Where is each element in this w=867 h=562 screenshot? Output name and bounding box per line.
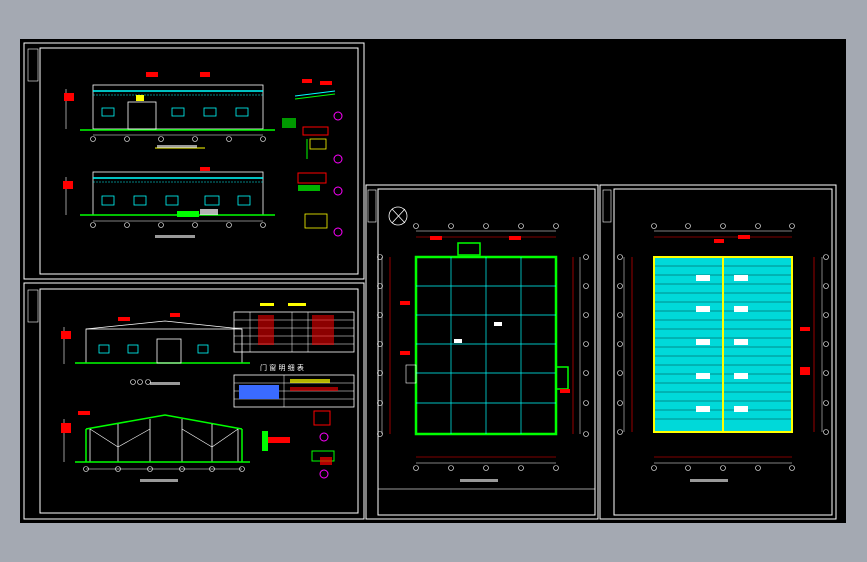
sheet-section-schedules[interactable]: 门 窗 明 细 表 [23, 282, 365, 520]
schedule-table-1 [233, 303, 355, 353]
elevation-front [64, 72, 275, 149]
schedule-table-2: 门 窗 明 细 表 [233, 363, 355, 408]
sheet-frame-inner [377, 188, 596, 516]
drawing-canvas[interactable]: 门 窗 明 细 表 [20, 39, 846, 523]
cad-model-space[interactable]: 门 窗 明 细 表 [20, 39, 846, 523]
elevation-rear [63, 167, 275, 238]
title-block-strip [27, 289, 39, 323]
title-block-strip [367, 189, 377, 223]
schedule-title: 门 窗 明 细 表 [260, 363, 304, 372]
structural-grid [416, 257, 556, 434]
title-block [377, 488, 596, 516]
gable-elevation [61, 313, 250, 385]
detail-mid-right [297, 172, 343, 237]
title-block-strip [27, 48, 39, 82]
sheet-floor-plan[interactable] [365, 184, 599, 520]
detail-top-right [282, 79, 343, 164]
sheet-elevations[interactable] [23, 42, 365, 280]
north-arrow-icon [388, 206, 408, 226]
sheet-roof-plan[interactable] [599, 184, 837, 520]
title-block-strip [602, 189, 612, 223]
section-details [262, 410, 335, 479]
cross-section [61, 411, 250, 482]
sheet-frame-inner [39, 288, 359, 514]
sheet-frame-outer [23, 42, 365, 280]
